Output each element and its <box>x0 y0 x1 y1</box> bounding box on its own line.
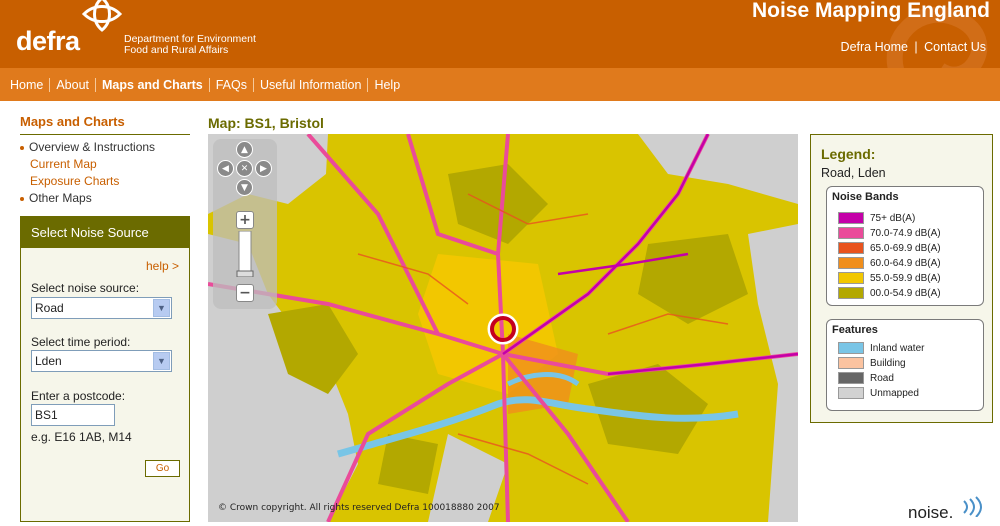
swatch <box>838 227 864 239</box>
feature-label: Building <box>870 357 906 369</box>
nav-item-home[interactable]: Home <box>10 78 49 92</box>
nav-item-faqs[interactable]: FAQs <box>208 77 253 92</box>
legend-subtitle: Road, Lden <box>821 166 886 180</box>
postcode-label: Enter a postcode: <box>31 389 126 403</box>
noise-logo: noise. <box>908 496 982 523</box>
zoom-out-button[interactable]: − <box>236 284 254 302</box>
reset-view-icon[interactable]: ✕ <box>236 160 253 177</box>
noise-source-value: Road <box>35 301 64 315</box>
noise-band-item: 55.0-59.9 dB(A) <box>838 272 941 284</box>
noise-band-label: 70.0-74.9 dB(A) <box>870 227 941 239</box>
pan-up-icon[interactable]: ▲ <box>236 141 253 158</box>
panel-title: Select Noise Source <box>21 217 189 248</box>
feature-label: Unmapped <box>870 387 919 399</box>
noise-band-item: 70.0-74.9 dB(A) <box>838 227 941 239</box>
sidebar-item-overview[interactable]: Overview & Instructions <box>20 139 190 156</box>
postcode-example: e.g. E16 1AB, M14 <box>31 430 132 444</box>
swatch <box>838 212 864 224</box>
swatch <box>838 287 864 299</box>
noise-source-select[interactable]: Road ▼ <box>31 297 172 319</box>
help-link[interactable]: help > <box>146 259 179 273</box>
noise-map[interactable]: ▲ ◀ ✕ ▶ ▼ + − © Crown copyright. All rig… <box>208 134 798 522</box>
noise-band-label: 00.0-54.9 dB(A) <box>870 287 941 299</box>
time-period-value: Lden <box>35 354 62 368</box>
header-links: Defra Home | Contact Us <box>841 40 986 54</box>
nav-item-useful-information[interactable]: Useful Information <box>253 77 367 92</box>
noise-band-item: 00.0-54.9 dB(A) <box>838 287 941 299</box>
noise-source-label: Select noise source: <box>31 281 140 295</box>
zoom-slider-track[interactable] <box>236 231 254 277</box>
noise-band-item: 65.0-69.9 dB(A) <box>838 242 941 254</box>
features-box: Features Inland water Building Road Unma… <box>826 319 984 411</box>
link-separator: | <box>914 40 918 54</box>
swatch <box>838 387 864 399</box>
defra-logo[interactable]: defra Department for Environment Food an… <box>14 0 274 60</box>
sidebar-item-other-maps[interactable]: Other Maps <box>20 190 190 207</box>
legend-heading: Legend: <box>821 146 876 162</box>
swatch <box>838 272 864 284</box>
nav-item-help[interactable]: Help <box>367 77 406 92</box>
chevron-down-icon[interactable]: ▼ <box>153 299 170 317</box>
noise-band-label: 55.0-59.9 dB(A) <box>870 272 941 284</box>
feature-item: Unmapped <box>838 387 919 399</box>
noise-band-label: 65.0-69.9 dB(A) <box>870 242 941 254</box>
noise-band-label: 60.0-64.9 dB(A) <box>870 257 941 269</box>
features-title: Features <box>832 324 878 336</box>
map-controls: ▲ ◀ ✕ ▶ ▼ + − <box>213 139 277 309</box>
pan-right-icon[interactable]: ▶ <box>255 160 272 177</box>
swatch <box>838 257 864 269</box>
pan-down-icon[interactable]: ▼ <box>236 179 253 196</box>
swatch <box>838 372 864 384</box>
time-period-label: Select time period: <box>31 335 131 349</box>
pan-left-icon[interactable]: ◀ <box>217 160 234 177</box>
nav-item-about[interactable]: About <box>49 77 95 92</box>
department-name: Department for Environment Food and Rura… <box>124 34 256 56</box>
sidebar-heading: Maps and Charts <box>20 114 190 135</box>
legend-panel: Legend: Road, Lden Noise Bands 75+ dB(A)… <box>810 134 993 423</box>
defra-home-link[interactable]: Defra Home <box>841 40 908 54</box>
sidebar-item-current-map[interactable]: Current Map <box>20 156 190 173</box>
feature-item: Building <box>838 357 906 369</box>
feature-label: Road <box>870 372 894 384</box>
site-title: Noise Mapping England <box>751 0 990 22</box>
go-button[interactable]: Go <box>145 460 180 477</box>
postcode-input[interactable]: BS1 <box>31 404 115 426</box>
noise-logo-text: noise. <box>908 503 954 522</box>
time-period-select[interactable]: Lden ▼ <box>31 350 172 372</box>
sound-wave-icon <box>963 496 982 517</box>
feature-label: Inland water <box>870 342 925 354</box>
sidebar: Maps and Charts Overview & Instructions … <box>20 114 190 207</box>
noise-band-item: 75+ dB(A) <box>838 212 915 224</box>
noise-band-label: 75+ dB(A) <box>870 212 916 224</box>
swatch <box>838 242 864 254</box>
department-line-2: Food and Rural Affairs <box>124 44 229 56</box>
zoom-in-button[interactable]: + <box>236 211 254 229</box>
feature-item: Road <box>838 372 894 384</box>
chevron-down-icon[interactable]: ▼ <box>153 352 170 370</box>
noise-source-panel: Select Noise Source help > Select noise … <box>20 216 190 522</box>
map-copyright: © Crown copyright. All rights reserved D… <box>218 503 500 513</box>
contact-us-link[interactable]: Contact Us <box>924 40 986 54</box>
map-title: Map: BS1, Bristol <box>208 115 324 131</box>
feature-item: Inland water <box>838 342 924 354</box>
swatch <box>838 342 864 354</box>
site-header: defra Department for Environment Food an… <box>0 0 1000 68</box>
defra-knot-icon <box>81 0 123 32</box>
map-image[interactable] <box>208 134 798 522</box>
noise-bands-box: Noise Bands 75+ dB(A) 70.0-74.9 dB(A) 65… <box>826 186 984 306</box>
main-navigation: Home About Maps and Charts FAQs Useful I… <box>0 68 1000 101</box>
nav-item-maps-and-charts[interactable]: Maps and Charts <box>95 77 209 92</box>
brand-wordmark: defra <box>16 26 80 56</box>
swatch <box>838 357 864 369</box>
noise-bands-title: Noise Bands <box>832 191 899 203</box>
sidebar-item-exposure-charts[interactable]: Exposure Charts <box>20 173 190 190</box>
noise-band-item: 60.0-64.9 dB(A) <box>838 257 941 269</box>
